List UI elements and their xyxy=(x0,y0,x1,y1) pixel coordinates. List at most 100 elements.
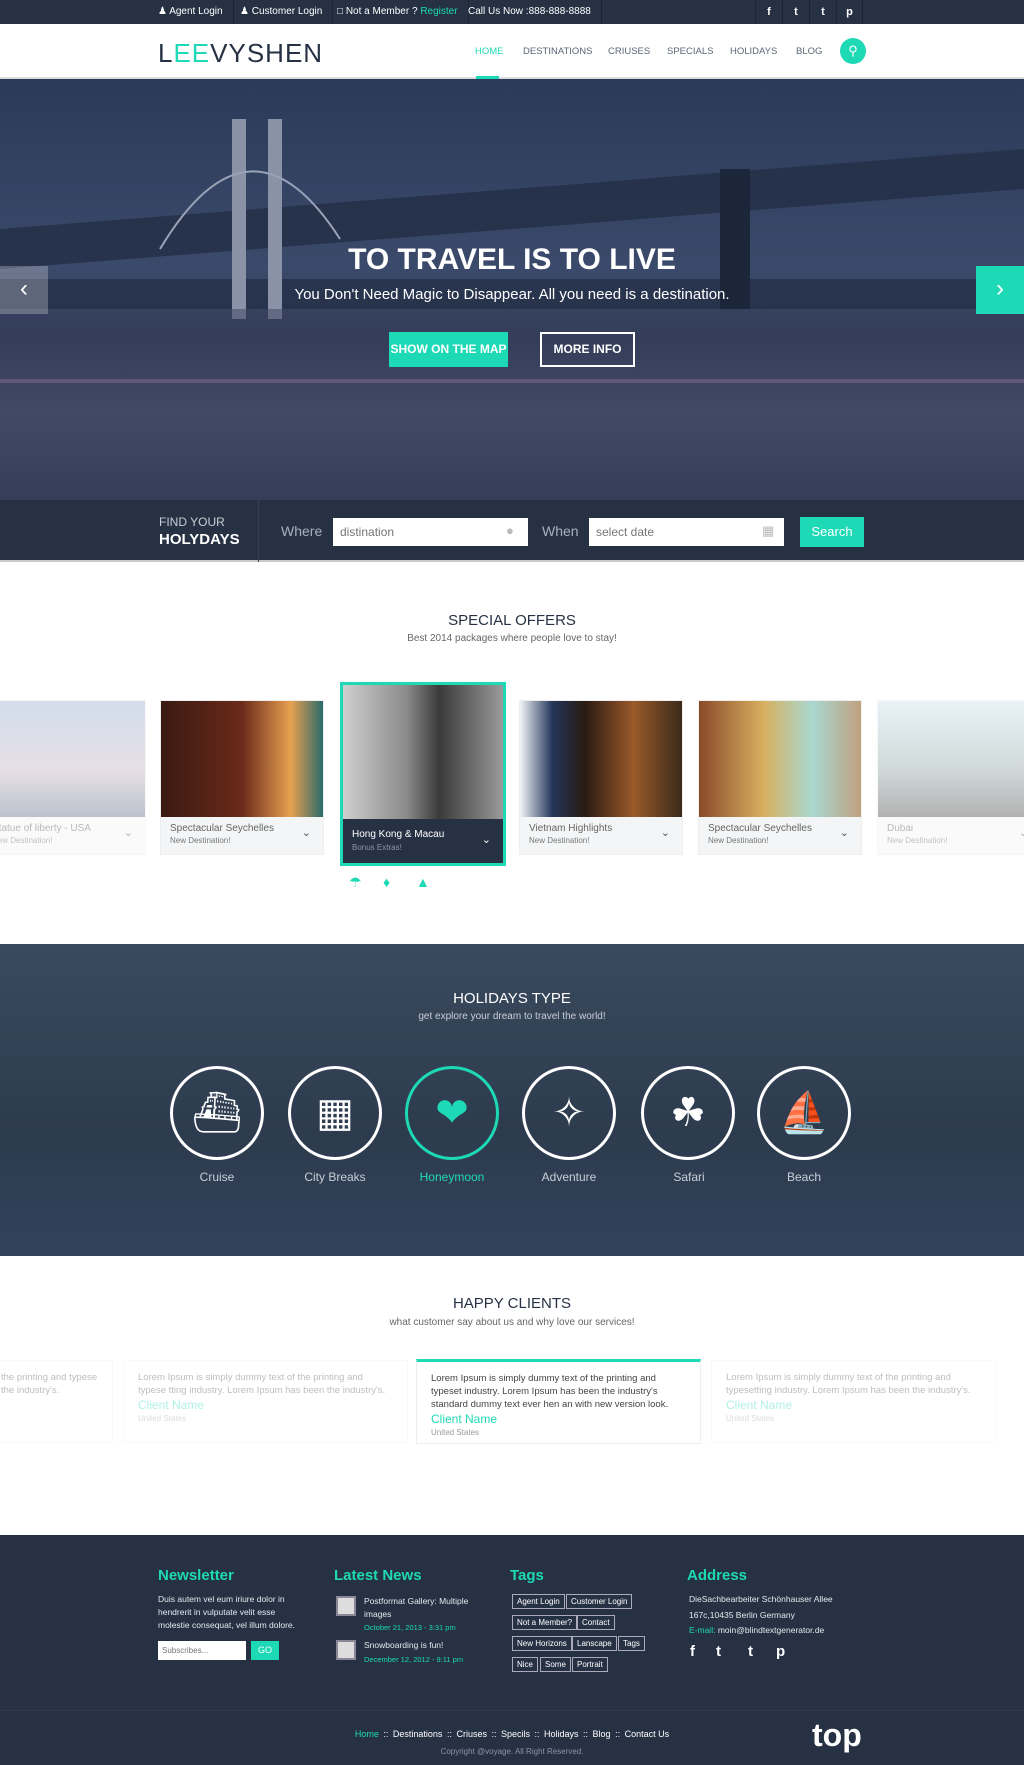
footer-link-destinations[interactable]: Destinations xyxy=(393,1729,443,1739)
footer-link-home[interactable]: Home xyxy=(355,1729,379,1739)
nav-holidays[interactable]: HOLIDAYS xyxy=(730,46,777,57)
client-name: Client Name xyxy=(138,1398,205,1412)
type-label[interactable]: Cruise xyxy=(157,1170,277,1184)
tumblr-icon[interactable]: t xyxy=(809,0,836,24)
twitter-icon[interactable]: t xyxy=(716,1643,721,1660)
tag[interactable]: Agent Login xyxy=(512,1594,565,1609)
type-label[interactable]: Honeymoon xyxy=(392,1170,512,1184)
document-icon: □ xyxy=(337,6,346,17)
facebook-icon[interactable]: f xyxy=(755,0,782,24)
palm-tree-icon[interactable]: ☘ xyxy=(641,1066,735,1160)
umbrella-icon[interactable]: ☂ xyxy=(349,874,362,891)
offer-title: Statue of liberty - USA xyxy=(0,823,91,834)
news-item-date: December 12, 2012 - 9:11 pm xyxy=(364,1655,464,1664)
agent-login-link[interactable]: ♟ Agent Login xyxy=(148,0,234,24)
back-to-top-button[interactable]: top xyxy=(812,1717,862,1754)
date-input[interactable] xyxy=(589,518,784,546)
type-label[interactable]: Safari xyxy=(629,1170,749,1184)
news-item-title[interactable]: Postformat Gallery: Multiple images xyxy=(364,1595,474,1621)
chevron-down-icon[interactable]: ⌄ xyxy=(840,826,849,839)
cruise-ship-icon[interactable]: ⛴ xyxy=(170,1066,264,1160)
offer-card[interactable]: Statue of liberty - USA New Destination! ⌄ xyxy=(0,700,146,855)
happy-clients-title: HAPPY CLIENTS xyxy=(452,1295,572,1312)
offer-image xyxy=(699,701,861,817)
nav-cruises[interactable]: CRIUSES xyxy=(608,46,650,57)
nav-blog[interactable]: BLOG xyxy=(796,46,822,57)
footer-link-contact[interactable]: Contact Us xyxy=(625,1729,670,1739)
offer-card[interactable]: Spectacular Seychelles New Destination! ⌄ xyxy=(160,700,324,855)
city-buildings-icon[interactable]: ▦ xyxy=(288,1066,382,1160)
subscribe-input[interactable] xyxy=(158,1641,246,1660)
footer-link-cruises[interactable]: Criuses xyxy=(456,1729,487,1739)
pinterest-icon[interactable]: p xyxy=(836,0,863,24)
type-label[interactable]: Beach xyxy=(744,1170,864,1184)
footer-link-holidays[interactable]: Holidays xyxy=(544,1729,579,1739)
news-thumbnail[interactable] xyxy=(336,1596,356,1616)
not-member-label: Not a Member ? xyxy=(345,6,418,17)
register-link[interactable]: □ Not a Member ? Register xyxy=(327,0,469,24)
more-info-button[interactable]: MORE INFO xyxy=(540,332,635,367)
twitter-icon[interactable]: t xyxy=(782,0,809,24)
facebook-icon[interactable]: f xyxy=(690,1643,695,1660)
tag[interactable]: Portrait xyxy=(572,1657,608,1672)
customer-login-link[interactable]: ♟ Customer Login xyxy=(230,0,334,24)
footer-link-blog[interactable]: Blog xyxy=(593,1729,611,1739)
tag[interactable]: Not a Member? xyxy=(512,1615,578,1630)
offer-title: Hong Kong & Macau xyxy=(352,829,445,840)
warning-icon[interactable]: ▲ xyxy=(416,874,430,890)
register-label[interactable]: Register xyxy=(420,6,457,17)
pinterest-icon[interactable]: p xyxy=(776,1643,785,1660)
news-item-title[interactable]: Snowboarding is fun! xyxy=(364,1639,443,1652)
footer-link-specials[interactable]: Specils xyxy=(501,1729,530,1739)
offer-card-active[interactable]: Hong Kong & Macau Bonus Extras! ⌄ xyxy=(340,682,506,866)
chevron-down-icon[interactable]: ⌄ xyxy=(302,826,311,839)
offer-image xyxy=(161,701,323,817)
chevron-down-icon[interactable]: ⌄ xyxy=(1019,826,1024,839)
special-offers-subtitle: Best 2014 packages where people love to … xyxy=(407,633,617,644)
testimonial-text: Lorem Ipsum is simply dummy text of the … xyxy=(431,1373,669,1410)
tag[interactable]: Tags xyxy=(618,1636,645,1651)
tag[interactable]: Customer Login xyxy=(566,1594,633,1609)
tag[interactable]: Lanscape xyxy=(572,1636,617,1651)
offer-subtitle: New Destination! xyxy=(887,836,948,845)
tumblr-icon[interactable]: t xyxy=(748,1643,753,1660)
search-icon[interactable]: ⚲ xyxy=(840,38,866,64)
show-on-map-button[interactable]: SHOW ON THE MAP xyxy=(389,332,508,367)
tag-icon[interactable]: ♦ xyxy=(383,874,390,890)
offer-image xyxy=(878,701,1024,817)
header: LEEVYSHEN HOME DESTINATIONS CRIUSES SPEC… xyxy=(0,24,1024,79)
tag[interactable]: Contact xyxy=(577,1615,615,1630)
offer-card[interactable]: Dubai New Destination! ⌄ xyxy=(877,700,1024,855)
offer-card[interactable]: Vietnam Highlights New Destination! ⌄ xyxy=(519,700,683,855)
type-label[interactable]: City Breaks xyxy=(275,1170,395,1184)
news-thumbnail[interactable] xyxy=(336,1640,356,1660)
testimonial-text: Lorem Ipsum is simply dummy text of the … xyxy=(726,1372,971,1396)
search-button[interactable]: Search xyxy=(800,517,864,547)
when-label: When xyxy=(542,523,579,539)
chevron-down-icon[interactable]: ⌄ xyxy=(124,826,133,839)
nav-specials[interactable]: SPECIALS xyxy=(667,46,713,57)
type-label[interactable]: Adventure xyxy=(509,1170,629,1184)
bottom-bar: Home :: Destinations :: Criuses :: Speci… xyxy=(0,1710,1024,1765)
tag[interactable]: Some xyxy=(540,1657,571,1672)
logo[interactable]: LEEVYSHEN xyxy=(158,38,323,69)
copyright: Copyright @voyage. All Right Reserved. xyxy=(440,1747,584,1756)
heart-icon[interactable]: ❤ xyxy=(405,1066,499,1160)
calendar-icon[interactable]: ▦ xyxy=(762,523,774,539)
tag[interactable]: New Horizons xyxy=(512,1636,572,1651)
testimonial-card: Lorem Ipsum is simply dummy text of the … xyxy=(711,1360,996,1443)
chevron-down-icon[interactable]: ⌄ xyxy=(482,833,491,846)
nav-home[interactable]: HOME xyxy=(475,46,504,57)
nav-destinations[interactable]: DESTINATIONS xyxy=(523,46,593,57)
destination-input[interactable] xyxy=(333,518,528,546)
chevron-down-icon[interactable]: ⌄ xyxy=(661,826,670,839)
boat-icon[interactable]: ⛵ xyxy=(757,1066,851,1160)
offer-subtitle: New Destination! xyxy=(708,836,769,845)
compass-icon[interactable]: ✧ xyxy=(522,1066,616,1160)
top-bar: ♟ Agent Login ♟ Customer Login □ Not a M… xyxy=(0,0,1024,24)
email-link[interactable]: moin@blindtextgenerator.de xyxy=(718,1625,824,1635)
happy-clients-subtitle: what customer say about us and why love … xyxy=(389,1317,635,1328)
tag[interactable]: Nice xyxy=(512,1657,539,1672)
offer-card[interactable]: Spectacular Seychelles New Destination! ⌄ xyxy=(698,700,862,855)
subscribe-button[interactable]: GO xyxy=(251,1641,279,1660)
